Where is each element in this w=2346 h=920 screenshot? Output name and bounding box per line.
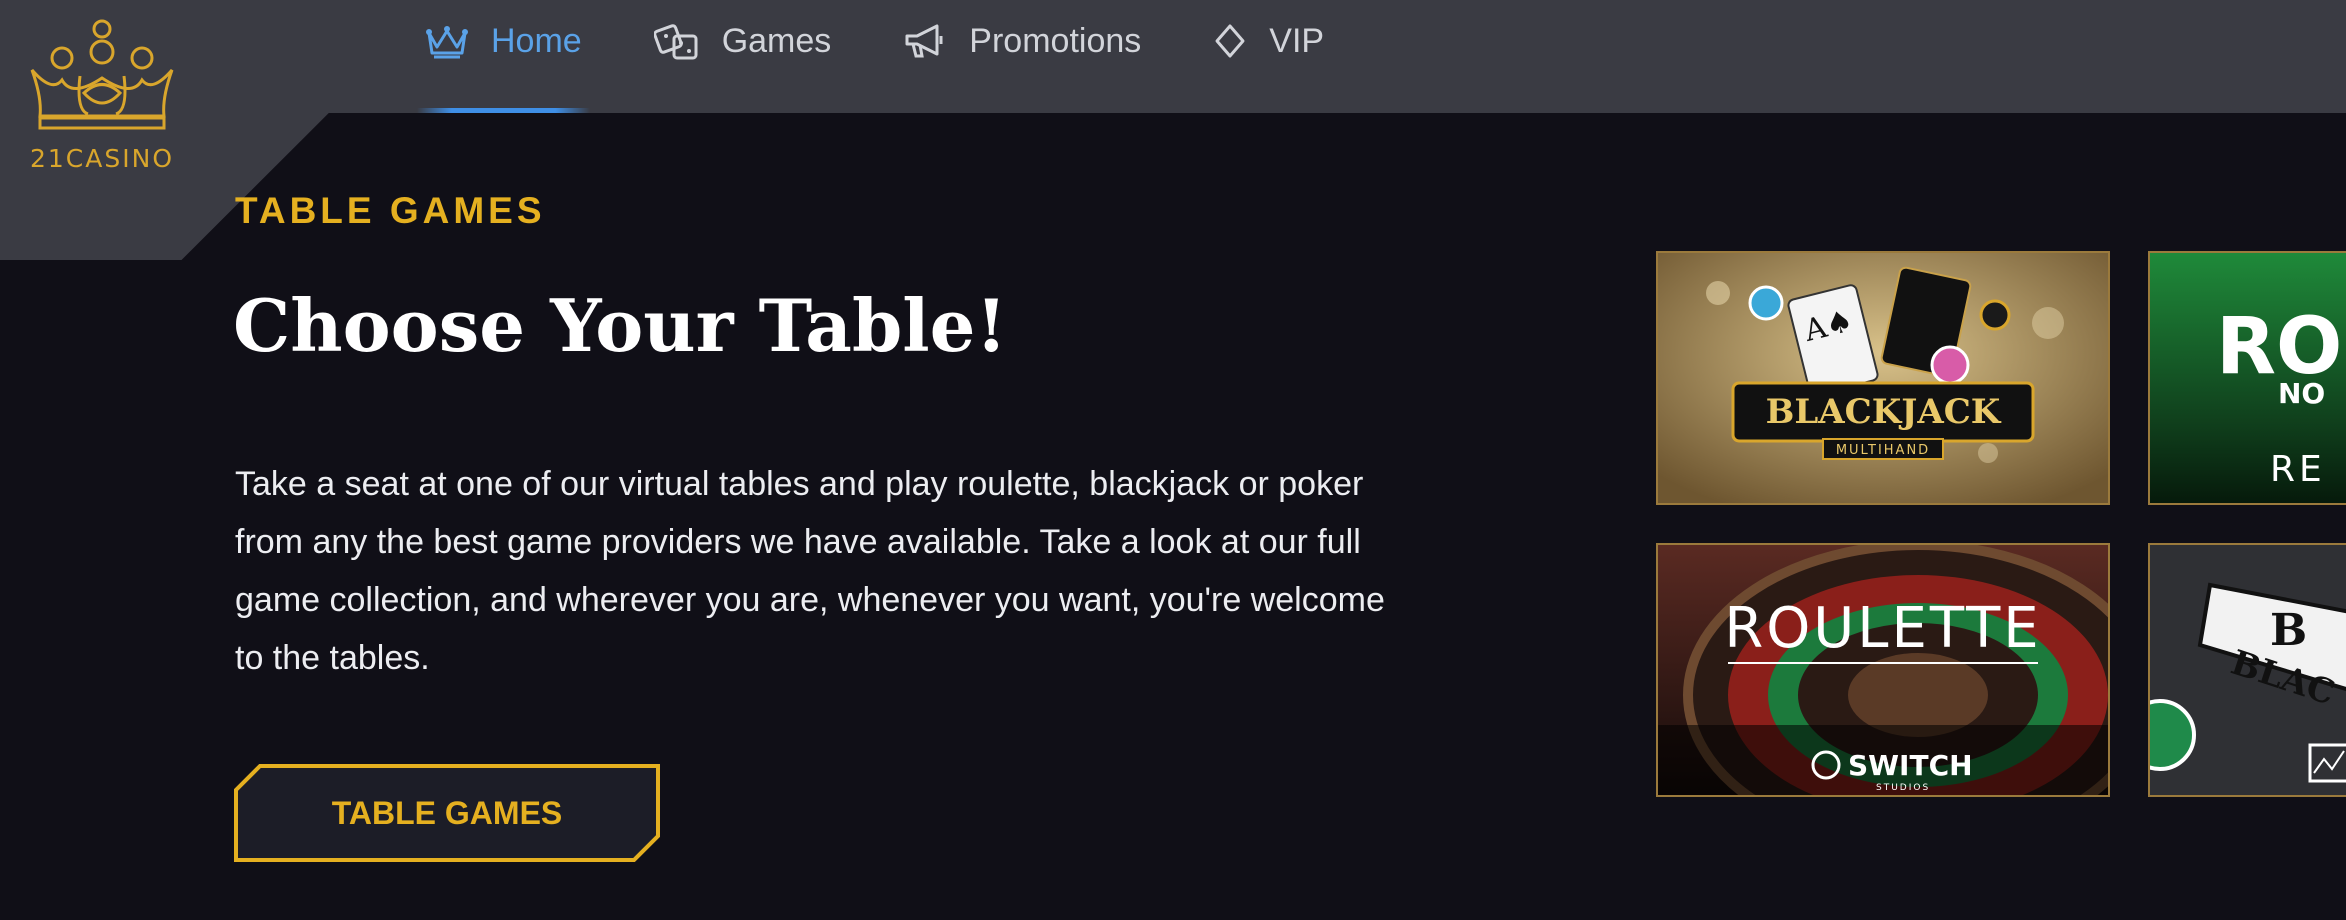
nav-label-vip: VIP [1269,21,1325,60]
game-tile-roulette-green[interactable]: ROU NO RE [2148,251,2346,505]
hero-description: Take a seat at one of our virtual tables… [235,465,1385,677]
brand-name: 21CASINO [30,144,174,173]
tile-2-provider: RE [2270,449,2326,490]
tile-3-title: ROULETTE [1724,596,2041,661]
nav-item-vip[interactable]: VIP [1213,0,1324,82]
nav-label-home: Home [491,21,582,60]
table-games-button-label: TABLE GAMES [331,794,563,831]
game-tile-blackjack-dark[interactable]: B BLAC [2148,543,2346,797]
roulette-green-artwork: ROU NO RE [2150,253,2346,503]
tile-2-subtitle: NO [2278,377,2325,410]
megaphone-icon [905,24,943,58]
nav-item-games[interactable]: Games [653,0,832,82]
tile-1-subtitle: MULTIHAND [1836,443,1930,458]
page-title: Choose Your Table! [233,283,1008,368]
crown-icon [426,26,468,59]
nav-label-promotions: Promotions [969,21,1142,60]
tile-4-title: B [2270,605,2307,656]
crown-logo-icon [30,19,174,130]
blackjack-artwork: A♠ BLACKJACK MULTIHAND [1658,253,2108,503]
tile-1-title: BLACKJACK [1766,392,2002,432]
blackjack-dark-artwork: B BLAC [2150,545,2346,795]
diamond-icon [1215,24,1245,58]
tile-3-provider: SWITCH [1848,749,1973,782]
dice-icon [653,24,698,60]
game-tile-blackjack-multihand[interactable]: A♠ BLACKJACK MULTIHAND [1656,251,2110,505]
brand-logo[interactable]: 21CASINO [22,18,182,193]
game-tile-roulette-switch[interactable]: ROULETTE SWITCH STUDIOS [1656,543,2110,797]
nav-item-home[interactable]: Home [417,0,590,113]
table-games-button[interactable]: TABLE GAMES [234,764,660,862]
section-eyebrow: TABLE GAMES [235,190,546,231]
nav-item-promotions[interactable]: Promotions [903,0,1141,82]
tile-3-provider-sub: STUDIOS [1876,783,1930,793]
roulette-switch-artwork: ROULETTE SWITCH STUDIOS [1658,545,2108,795]
main-nav: Home Games Promotions VIP [417,0,1396,113]
nav-label-games: Games [721,21,832,60]
